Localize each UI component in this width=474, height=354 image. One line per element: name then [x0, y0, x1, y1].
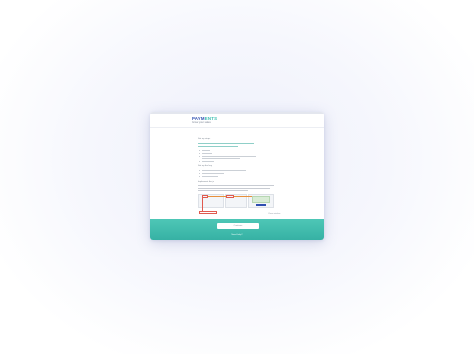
brand-tagline: Grow your sales [192, 121, 211, 124]
bullet-icon [199, 149, 201, 151]
footer-bar: Continue Need help? [150, 219, 324, 240]
instruction-screenshot [198, 194, 274, 217]
text-line [202, 175, 218, 177]
text-line [202, 149, 210, 151]
help-link[interactable]: Need help? [150, 234, 324, 236]
bullet-icon [199, 160, 201, 162]
arrow-connector [234, 196, 252, 197]
section-heading: Set up the key [198, 165, 212, 167]
dialog-window: PAYMENTS Grow your sales Set up steps Se… [150, 112, 324, 240]
header-divider [150, 127, 324, 128]
text-line [202, 169, 246, 171]
connector-line [202, 197, 203, 212]
window-top-border [150, 112, 324, 114]
section-heading: Implement the js [198, 181, 215, 183]
bullet-icon [199, 172, 201, 174]
bullet-icon [199, 155, 201, 157]
bullet-icon [199, 152, 201, 154]
highlight-box [199, 211, 217, 214]
text-line [198, 190, 248, 191]
text-line [202, 172, 224, 174]
highlight-box [226, 195, 234, 198]
teal-text-line[interactable] [198, 146, 238, 147]
text-line [202, 157, 240, 159]
header: PAYMENTS Grow your sales [192, 116, 217, 124]
text-line [202, 152, 212, 154]
arrow-connector [208, 196, 226, 197]
text-line [198, 185, 274, 186]
preview-button [256, 204, 266, 206]
teal-text-line[interactable] [198, 143, 254, 144]
close-window-link[interactable]: Close window [268, 213, 280, 215]
bullet-icon [199, 175, 201, 177]
text-line [202, 155, 256, 157]
section-heading: Set up steps [198, 138, 211, 140]
continue-button[interactable]: Continue [217, 223, 259, 229]
bullet-icon [199, 169, 201, 171]
text-line [202, 160, 214, 162]
text-line [198, 187, 270, 189]
preview-box [252, 195, 270, 203]
